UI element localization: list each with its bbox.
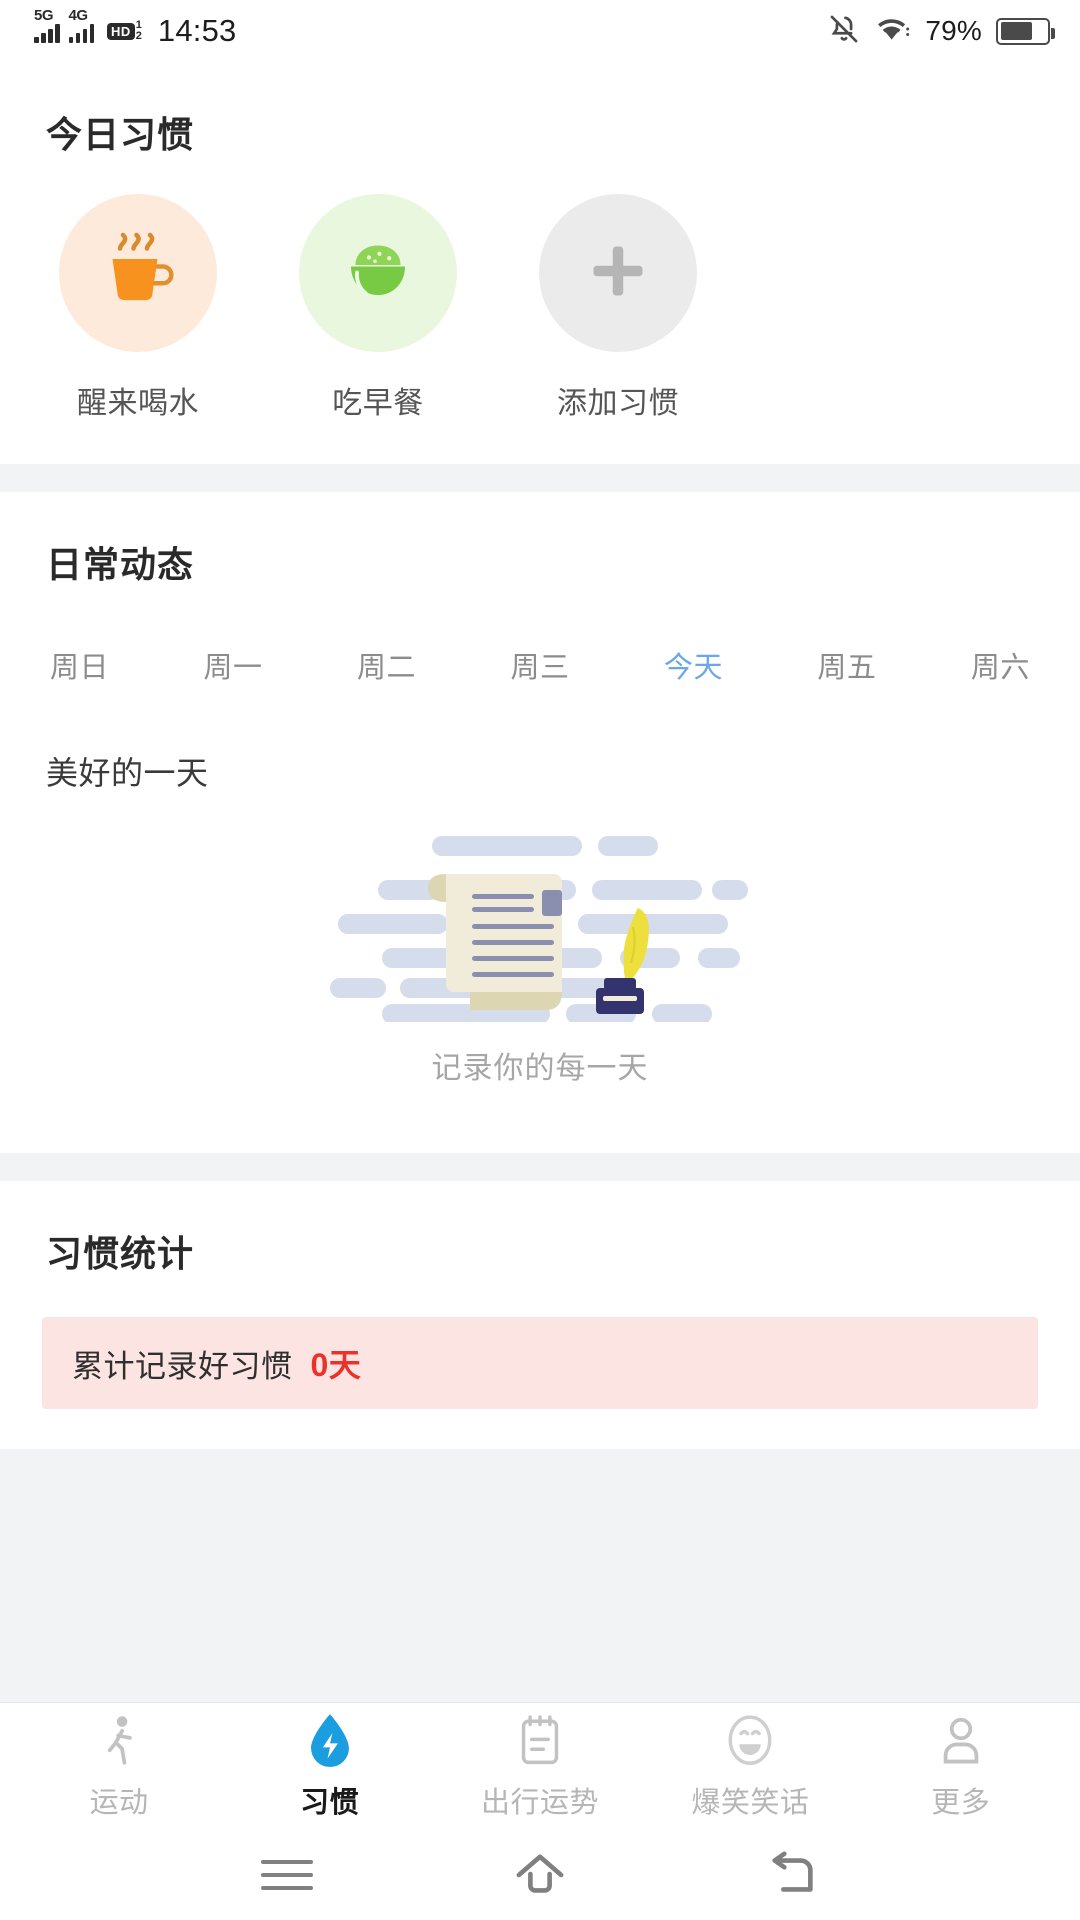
scroll-quill-inkwell-illustration xyxy=(320,822,760,1048)
habit-stats-banner[interactable]: 累计记录好习惯 0天 xyxy=(42,1317,1038,1409)
person-icon xyxy=(937,1713,985,1769)
nav-item-jokes[interactable]: 爆笑笑话 xyxy=(661,1713,839,1821)
water-drop-bolt-icon xyxy=(304,1713,356,1769)
nav-label: 习惯 xyxy=(300,1786,360,1819)
daily-dynamics-card: 日常动态 周日 周一 周二 周三 今天 周五 周六 美好的一天 记录你的每一天 xyxy=(0,492,1080,1153)
habit-icon-bg xyxy=(59,194,217,352)
bottom-nav: 运动 习惯 出行运势 爆笑笑话 更多 xyxy=(0,1702,1080,1830)
habit-icon-bg xyxy=(299,194,457,352)
cup-of-water-icon xyxy=(90,223,186,324)
habit-label: 醒来喝水 xyxy=(77,387,199,420)
signal-4g-label: 4G xyxy=(68,6,89,24)
calendar-clipboard-icon xyxy=(515,1713,565,1769)
plus-icon[interactable] xyxy=(583,236,653,311)
weekday-tabs: 周日 周一 周二 周三 今天 周五 周六 xyxy=(0,588,1080,690)
section-divider xyxy=(0,464,1080,492)
battery-percent: 79% xyxy=(925,15,982,46)
habit-stats-label: 累计记录好习惯 xyxy=(72,1348,293,1384)
recents-menu-icon[interactable] xyxy=(247,1845,327,1905)
section-divider xyxy=(0,1153,1080,1181)
walking-person-icon xyxy=(93,1713,145,1769)
habit-stats-title: 习惯统计 xyxy=(46,1233,195,1274)
habit-item-add-habit[interactable]: 添加习惯 xyxy=(538,194,698,422)
hd-volte-icon: HD 1 2 xyxy=(107,20,142,42)
signal-5g-icon: 5G xyxy=(34,7,60,43)
habit-list: 醒来喝水 吃早餐 添加习惯 xyxy=(0,158,1080,422)
habit-stats-card: 习惯统计 累计记录好习惯 0天 xyxy=(0,1181,1080,1449)
status-bar-clock: 14:53 xyxy=(157,13,237,48)
home-icon[interactable] xyxy=(500,1845,580,1905)
weekday-tab-sunday[interactable]: 周日 xyxy=(40,640,119,690)
weekday-tab-monday[interactable]: 周一 xyxy=(193,640,272,690)
weekday-tab-today[interactable]: 今天 xyxy=(654,640,733,690)
today-habits-title: 今日习惯 xyxy=(46,114,195,155)
battery-icon xyxy=(996,17,1055,45)
nav-label: 运动 xyxy=(89,1786,149,1819)
bell-muted-icon xyxy=(827,12,861,51)
hd-sub: 2 xyxy=(135,30,142,42)
day-heading: 美好的一天 xyxy=(46,755,209,791)
habit-icon-bg xyxy=(539,194,697,352)
empty-state: 记录你的每一天 xyxy=(0,794,1080,1143)
weekday-tab-friday[interactable]: 周五 xyxy=(807,640,886,690)
rice-bowl-icon xyxy=(330,223,426,324)
phone-screen: 5G 4G HD 1 2 14:53 79% 今日习惯 醒来喝水 吃早餐 添加习… xyxy=(0,0,1080,1920)
nav-item-travel-fortune[interactable]: 出行运势 xyxy=(451,1713,629,1821)
nav-item-more[interactable]: 更多 xyxy=(872,1713,1050,1821)
habit-item-drink-water[interactable]: 醒来喝水 xyxy=(58,194,218,422)
daily-dynamics-title: 日常动态 xyxy=(46,544,195,585)
signal-4g-icon: 4G xyxy=(68,7,94,43)
signal-5g-label: 5G xyxy=(34,6,54,24)
nav-label: 爆笑笑话 xyxy=(691,1786,810,1819)
wifi-icon xyxy=(875,14,911,49)
empty-state-caption: 记录你的每一天 xyxy=(431,1052,649,1085)
laughing-face-icon xyxy=(723,1713,777,1769)
nav-item-sport[interactable]: 运动 xyxy=(30,1713,208,1821)
habit-label: 添加习惯 xyxy=(557,387,679,420)
weekday-tab-tuesday[interactable]: 周二 xyxy=(347,640,426,690)
status-bar-left: 5G 4G HD 1 2 14:53 xyxy=(34,7,237,49)
weekday-tab-saturday[interactable]: 周六 xyxy=(961,640,1040,690)
page-filler xyxy=(0,1449,1080,1702)
nav-label: 出行运势 xyxy=(480,1786,599,1819)
habit-item-breakfast[interactable]: 吃早餐 xyxy=(298,194,458,422)
hd-label: HD xyxy=(107,22,135,40)
habit-label: 吃早餐 xyxy=(332,387,424,420)
status-bar: 5G 4G HD 1 2 14:53 79% xyxy=(0,0,1080,62)
nav-item-habit[interactable]: 习惯 xyxy=(241,1713,419,1821)
android-nav-bar xyxy=(0,1830,1080,1920)
status-bar-right: 79% xyxy=(827,12,1055,51)
habit-stats-value: 0天 xyxy=(310,1347,362,1383)
weekday-tab-wednesday[interactable]: 周三 xyxy=(500,640,579,690)
back-icon[interactable] xyxy=(753,1845,833,1905)
today-habits-card: 今日习惯 醒来喝水 吃早餐 添加习惯 xyxy=(0,62,1080,464)
nav-label: 更多 xyxy=(931,1786,991,1819)
